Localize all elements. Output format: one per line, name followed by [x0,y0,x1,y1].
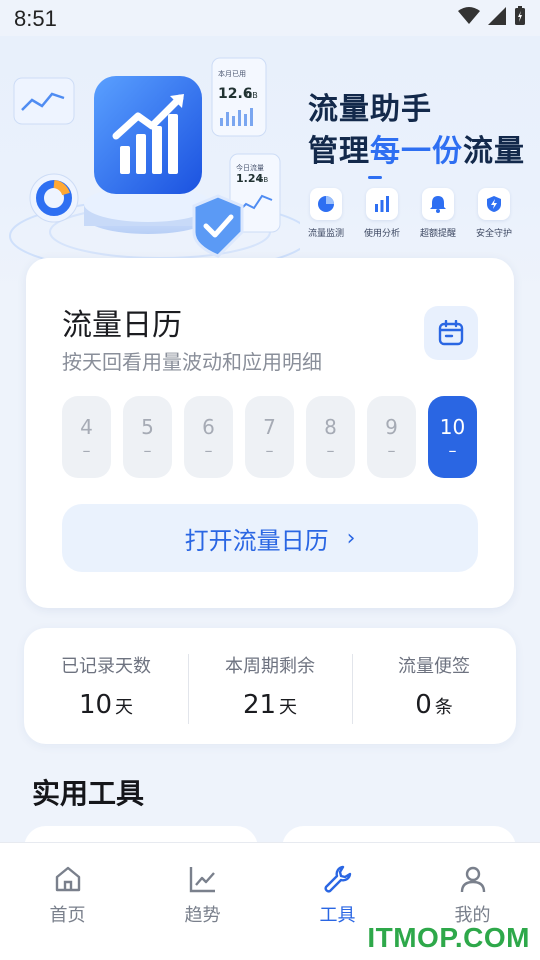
stat-recorded-days: 已记录天数 10 天 [24,628,188,744]
watermark: ITMOP.COM [367,922,530,953]
section-title: 实用工具 [32,777,145,810]
calendar-icon-button[interactable] [424,306,478,360]
feature-analysis: 使用分析 [364,188,400,239]
stat-value: 0条 [415,690,453,720]
feature-label: 安全守护 [476,229,513,239]
stat-unit: 条 [434,697,453,718]
feature-label: 使用分析 [364,229,401,239]
day-usage: – [82,440,91,460]
feature-alert: 超额提醒 [420,188,456,239]
day-number: 9 [385,414,398,439]
day-usage: – [265,440,274,460]
stat-days-remaining: 本周期剩余 21 天 [188,628,352,744]
trend-icon [187,863,219,895]
day-usage: – [143,440,152,460]
stat-number: 0 [415,690,432,720]
day-usage: – [448,440,457,460]
user-icon [457,863,489,895]
chevron-right-icon: › [346,525,356,551]
feature-security: 安全守护 [476,188,512,239]
feature-row: 流量监测 使用分析 超额提醒 安全守护 [308,188,512,239]
banner-illustration: 本月已用 12.6 GB 今日流量 1.24 GB [9,57,300,273]
stat-label: 流量便签 [398,656,470,677]
wifi-icon [458,7,480,29]
day-number: 10 [439,414,466,439]
day-chip[interactable]: 5– [123,396,172,478]
open-calendar-button[interactable]: 打开流量日历 › [62,504,478,572]
day-chip[interactable]: 4– [62,396,111,478]
day-chip[interactable]: 6– [184,396,233,478]
day-number: 7 [263,414,276,439]
calendar-description: 按天回看用量波动和应用明细 [62,350,322,374]
status-bar: 8:51 [0,0,540,40]
day-chip[interactable]: 9– [367,396,416,478]
day-number: 6 [202,414,215,439]
stat-notes: 流量便签 0条 [352,628,516,744]
stat-number: 10 [78,690,113,720]
month-used-unit: GB [246,91,258,100]
nav-label: 趋势 [184,905,221,926]
day-number: 8 [324,414,337,439]
day-number: 4 [80,414,93,439]
day-number: 5 [141,414,154,439]
day-usage: – [326,440,335,460]
nav-label: 工具 [319,905,356,926]
feature-label: 流量监测 [308,229,345,239]
banner-subtitle-suffix: 流量 [463,134,525,169]
bell-icon [422,188,454,220]
status-time: 8:51 [14,6,57,31]
day-chip[interactable]: 8– [306,396,355,478]
day-usage: – [204,440,213,460]
status-icons [458,6,526,30]
stat-label: 已记录天数 [61,656,151,677]
calendar-card: 流量日历 按天回看用量波动和应用明细 4– 5– 6– 7– 8– 9– 10–… [26,258,514,608]
stat-label: 本周期剩余 [225,656,315,677]
feature-monitor: 流量监测 [308,188,344,239]
stat-number: 21 [242,690,277,720]
nav-trend[interactable]: 趋势 [135,843,270,960]
today-used-label: 今日流量 [236,163,264,172]
home-icon [52,863,84,895]
banner-subtitle-accent: 每一份 [370,134,463,169]
signal-icon [488,7,506,29]
stat-value: 21 天 [243,690,297,720]
banner-subtitle: 管理每一份流量 [308,126,525,170]
shield-icon [478,188,510,220]
nav-home[interactable]: 首页 [0,843,135,960]
banner-divider [368,176,382,179]
hero-banner: 本月已用 12.6 GB 今日流量 1.24 GB 流量助手 管理每一份流量 流… [0,36,540,296]
pie-chart-icon [310,188,342,220]
calendar-title: 流量日历 [62,308,182,343]
today-used-unit: GB [258,176,268,184]
open-calendar-label: 打开流量日历 [184,526,329,555]
banner-subtitle-prefix: 管理 [308,134,370,169]
battery-icon [514,6,526,30]
day-selector: 4– 5– 6– 7– 8– 9– 10– [62,396,477,478]
stat-unit: 天 [115,697,134,718]
calendar-icon [438,320,464,346]
banner-title: 流量助手 [308,92,432,127]
day-chip-selected[interactable]: 10– [428,396,477,478]
wrench-icon [322,863,354,895]
day-usage: – [387,440,396,460]
day-chip[interactable]: 7– [245,396,294,478]
feature-label: 超额提醒 [420,229,457,239]
month-used-label: 本月已用 [218,69,246,78]
bar-chart-icon [366,188,398,220]
stats-card: 已记录天数 10 天 本周期剩余 21 天 流量便签 0条 [24,628,516,744]
stat-value: 10 天 [79,690,133,720]
stat-unit: 天 [279,697,298,718]
nav-label: 首页 [49,905,86,926]
